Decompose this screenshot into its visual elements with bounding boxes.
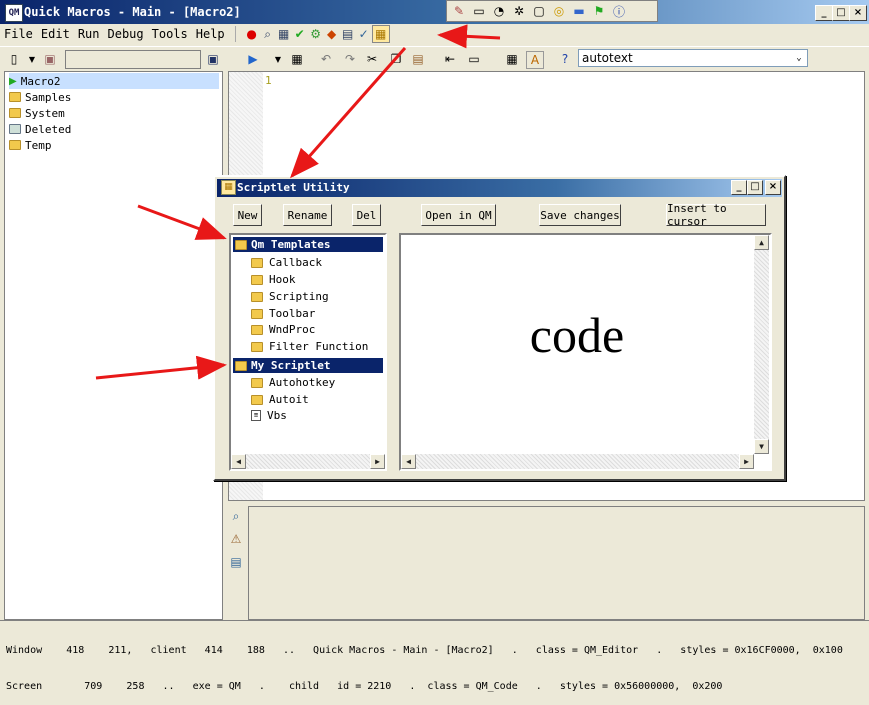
arrow-to-dialog — [290, 47, 407, 179]
arrow-to-qm-templates — [137, 204, 227, 240]
arrow-to-my-scriptlet — [95, 355, 227, 380]
status-line-screen: Screen 709 258 .. exe = QM . child id = … — [6, 681, 723, 692]
annotation-arrows — [95, 24, 501, 380]
arrow-to-toolbar-icon — [437, 24, 501, 49]
